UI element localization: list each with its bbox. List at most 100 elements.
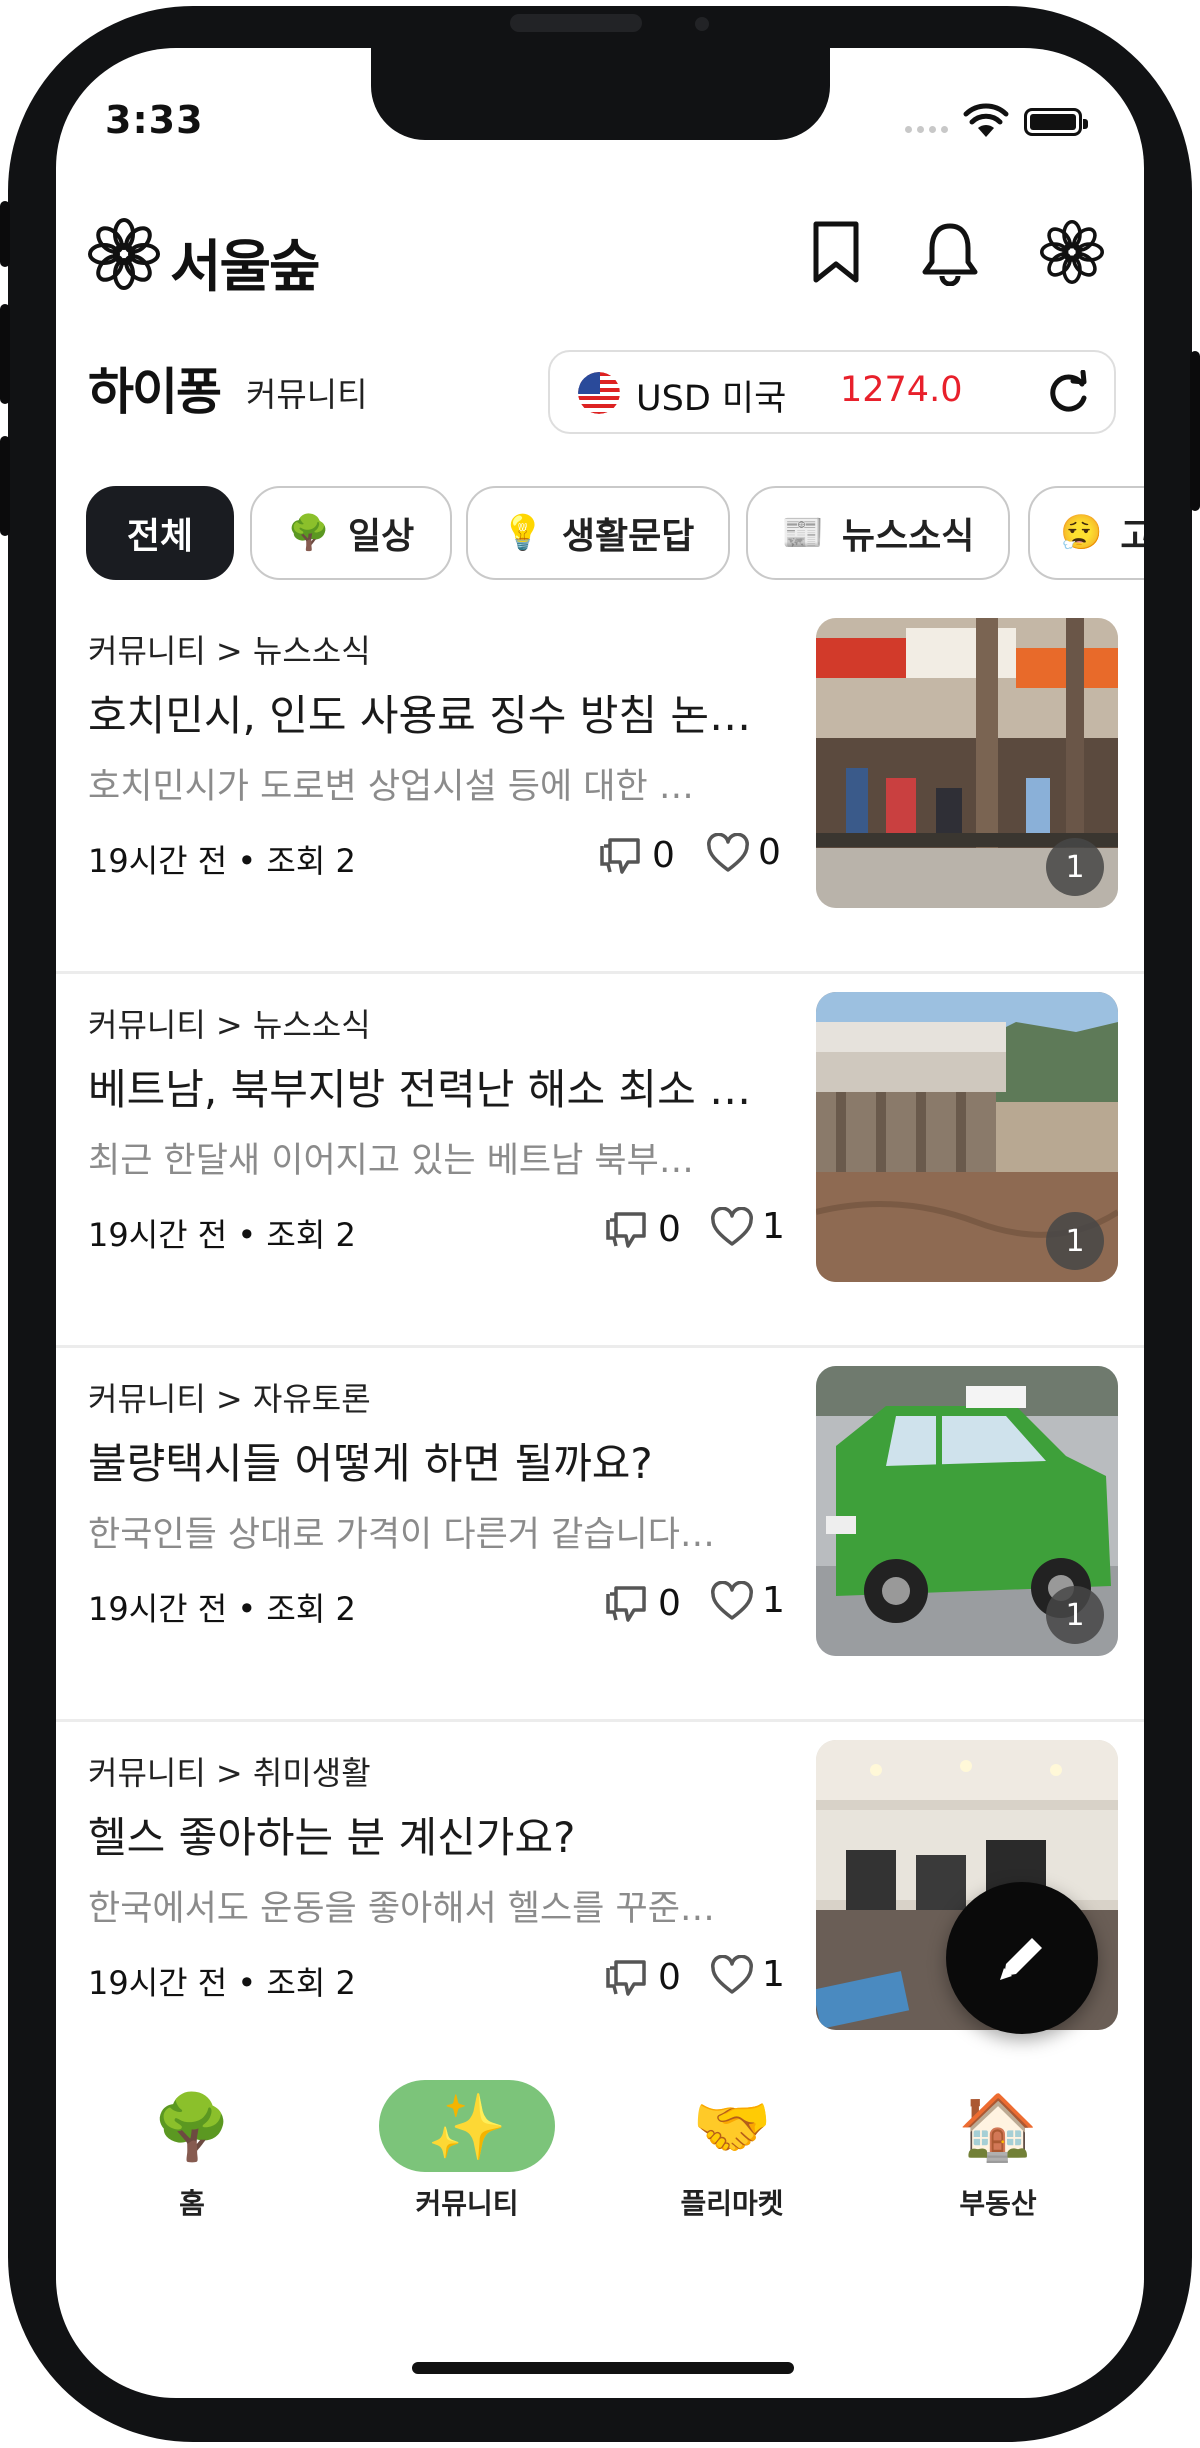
battery-icon [1024, 108, 1088, 136]
handshake-icon: 🤝 [692, 2091, 772, 2165]
post-breadcrumb: 커뮤니티 > 뉴스소식 [88, 1006, 371, 1044]
tab-label: 부동산 [959, 2187, 1037, 2220]
comment-icon [600, 838, 640, 874]
post-excerpt: 최근 한달새 이어지고 있는 베트남 북부… [88, 1141, 694, 1181]
house-icon: 🏠 [958, 2091, 1038, 2165]
post-breadcrumb: 커뮤니티 > 뉴스소식 [88, 632, 371, 670]
cellular-signal-icon [905, 126, 948, 133]
image-count-badge: 1 [1046, 1212, 1104, 1270]
comment-count: 0 [602, 1954, 681, 2000]
tab-flea-market[interactable]: 🤝 플리마켓 [612, 2080, 852, 2240]
post-thumbnail: 1 [816, 618, 1118, 908]
volume-down-button [0, 436, 10, 536]
tab-label: 홈 [179, 2187, 205, 2220]
chip-life-qna[interactable]: 💡 생활문답 [466, 486, 730, 580]
chip-all[interactable]: 전체 [86, 486, 234, 580]
pencil-icon [1000, 1938, 1042, 1980]
post-excerpt: 한국에서도 운동을 좋아해서 헬스를 꾸준… [88, 1889, 715, 1929]
tab-label: 플리마켓 [680, 2187, 784, 2220]
post-meta: 19시간 전 • 조회 2 [88, 1964, 356, 2002]
chip-daily[interactable]: 🌳 일상 [250, 486, 452, 580]
post-breadcrumb: 커뮤니티 > 자유토론 [88, 1380, 371, 1418]
heart-icon [707, 832, 749, 872]
lightbulb-icon: 💡 [501, 513, 544, 553]
comment-count-value: 0 [658, 1208, 681, 1250]
bell-icon[interactable] [920, 220, 980, 286]
mute-switch [0, 201, 10, 267]
tab-community[interactable]: ✨ 커뮤니티 [347, 2080, 587, 2240]
sparkles-icon: ✨ [427, 2091, 507, 2165]
city-title[interactable]: 하이퐁 [88, 352, 222, 424]
like-count-value: 1 [762, 1580, 785, 1621]
heart-icon [711, 1580, 753, 1620]
exchange-rate-widget[interactable]: USD 미국 1274.0 [548, 350, 1116, 434]
post-meta: 19시간 전 • 조회 2 [88, 1590, 356, 1628]
home-indicator [412, 2362, 794, 2374]
post-meta: 19시간 전 • 조회 2 [88, 1216, 356, 1254]
post-item[interactable]: 커뮤니티 > 뉴스소식 호치민시, 인도 사용료 징수 방침 논… 호치민시가 … [56, 600, 1144, 974]
newspaper-icon: 📰 [781, 513, 824, 553]
wifi-icon [963, 103, 1009, 137]
write-post-button[interactable] [946, 1882, 1098, 2034]
camera [695, 17, 709, 31]
post-title: 호치민시, 인도 사용료 징수 방침 논… [88, 691, 752, 740]
tab-home[interactable]: 🌳 홈 [72, 2080, 312, 2240]
tab-real-estate[interactable]: 🏠 부동산 [878, 2080, 1118, 2240]
image-count-badge: 1 [1046, 1586, 1104, 1644]
comment-count: 0 [602, 1580, 681, 1626]
post-item[interactable]: 커뮤니티 > 뉴스소식 베트남, 북부지방 전력난 해소 최소 … 최근 한달새… [56, 974, 1144, 1348]
comment-icon [606, 1586, 646, 1622]
chip-label: 일상 [348, 516, 415, 557]
image-count-badge: 1 [1046, 838, 1104, 896]
like-count[interactable]: 1 [710, 1580, 785, 1621]
post-item[interactable]: 커뮤니티 > 자유토론 불량택시들 어떻게 하면 될까요? 한국인들 상대로 가… [56, 1348, 1144, 1722]
flower-logo-icon [88, 218, 160, 290]
flower-menu-icon[interactable] [1040, 220, 1104, 284]
speaker [510, 14, 642, 32]
heart-icon [711, 1206, 753, 1246]
heart-icon [711, 1954, 753, 1994]
app-logo-text: 서울숲 [170, 235, 321, 300]
post-excerpt: 한국인들 상대로 가격이 다른거 같습니다… [88, 1515, 715, 1555]
status-time: 3:33 [105, 98, 204, 142]
comment-icon [606, 1960, 646, 1996]
comment-count-value: 0 [658, 1956, 681, 1998]
refresh-icon[interactable] [1046, 370, 1092, 416]
like-count[interactable]: 0 [706, 832, 781, 873]
chip-news[interactable]: 📰 뉴스소식 [746, 486, 1010, 580]
chip-label: 고 [1120, 516, 1144, 557]
chip-worry[interactable]: 😮‍💨 고 [1028, 486, 1144, 580]
comment-count-value: 0 [658, 1582, 681, 1624]
post-title: 불량택시들 어떻게 하면 될까요? [88, 1439, 653, 1488]
currency-label: USD 미국 [636, 379, 787, 419]
post-thumbnail: 1 [816, 1366, 1118, 1656]
bookmark-icon[interactable] [808, 220, 864, 284]
like-count[interactable]: 1 [710, 1954, 785, 1995]
comment-count: 0 [602, 1206, 681, 1252]
us-flag-icon [578, 372, 620, 414]
section-label: 커뮤니티 [246, 375, 368, 414]
comment-count-value: 0 [652, 834, 675, 876]
like-count[interactable]: 1 [710, 1206, 785, 1247]
like-count-value: 1 [762, 1206, 785, 1247]
chip-label: 뉴스소식 [841, 516, 975, 557]
category-chips: 전체 🌳 일상 💡 생활문답 📰 뉴스소식 😮‍💨 고 [86, 486, 1144, 582]
exchange-rate-value: 1274.0 [840, 370, 963, 410]
comment-count: 0 [596, 832, 675, 878]
tree-icon: 🌳 [152, 2091, 232, 2165]
post-meta: 19시간 전 • 조회 2 [88, 842, 356, 880]
tree-icon: 🌳 [287, 513, 331, 553]
bottom-tab-bar: 🌳 홈 ✨ 커뮤니티 🤝 플리마켓 🏠 부동산 [56, 2080, 1144, 2280]
post-excerpt: 호치민시가 도로변 상업시설 등에 대한 … [88, 767, 694, 807]
tab-label: 커뮤니티 [415, 2187, 519, 2220]
post-breadcrumb: 커뮤니티 > 취미생활 [88, 1754, 371, 1792]
chip-label: 생활문답 [561, 516, 695, 557]
comment-icon [606, 1212, 646, 1248]
notch [371, 48, 830, 140]
chip-label: 전체 [126, 516, 194, 557]
sigh-face-icon: 😮‍💨 [1060, 513, 1103, 553]
like-count-value: 1 [762, 1954, 785, 1995]
like-count-value: 0 [758, 832, 781, 873]
power-button [1190, 351, 1200, 511]
post-title: 헬스 좋아하는 분 계신가요? [88, 1813, 576, 1862]
